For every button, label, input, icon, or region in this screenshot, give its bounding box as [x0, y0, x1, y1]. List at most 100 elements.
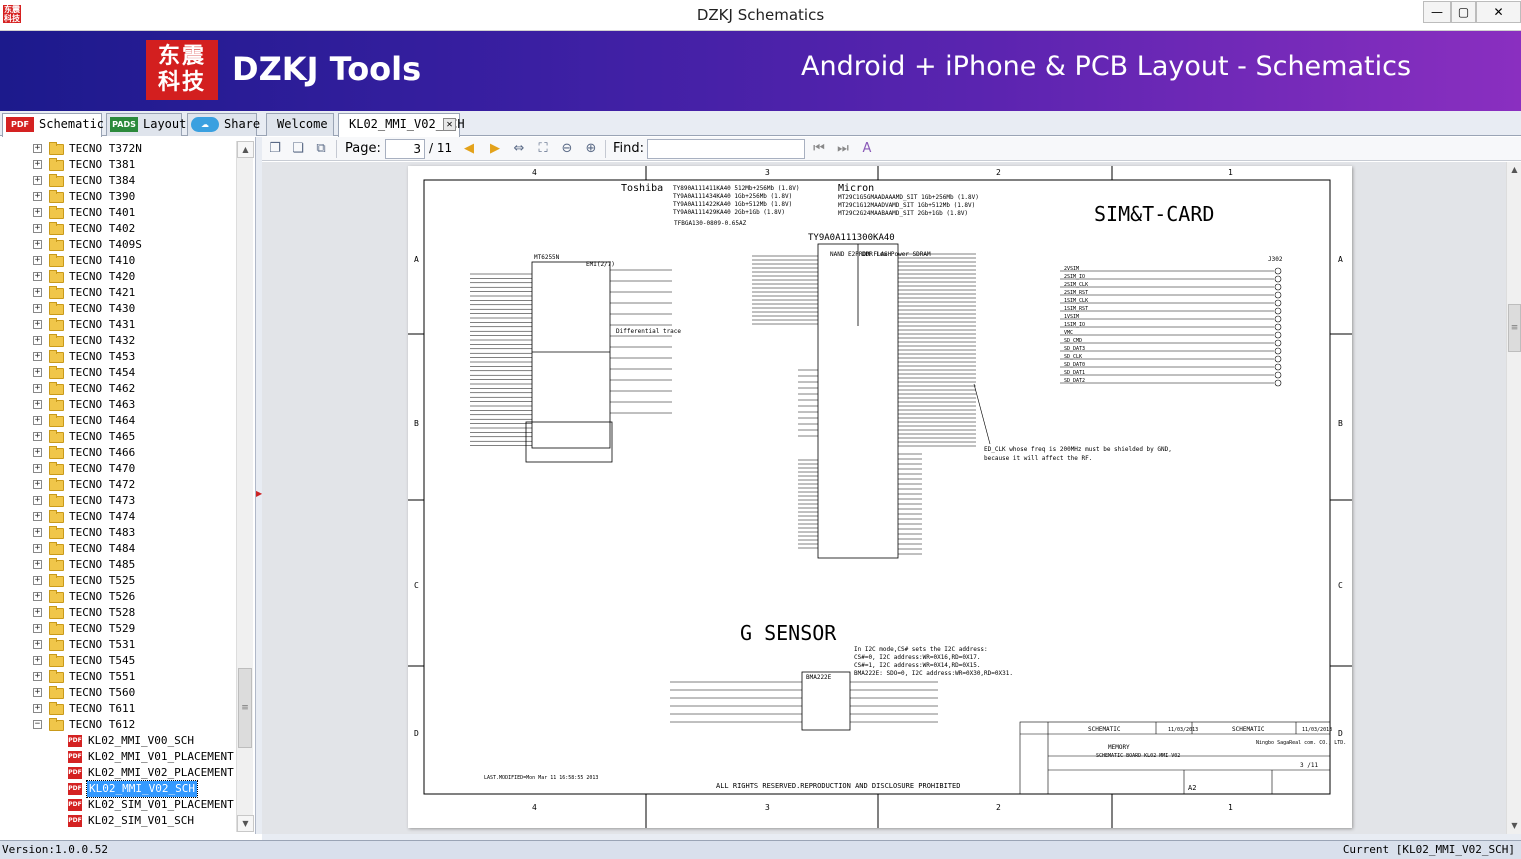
expand-icon[interactable]: + — [33, 208, 42, 217]
tree-folder[interactable]: + TECNO T474 — [0, 509, 236, 525]
close-button[interactable]: ✕ — [1476, 1, 1521, 23]
collapse-icon[interactable]: − — [33, 720, 42, 729]
expand-icon[interactable]: + — [33, 160, 42, 169]
tree-file[interactable]: PDF KL02_SIM_V01_PLACEMENT — [0, 797, 236, 813]
tree-folder[interactable]: + TECNO T390 — [0, 189, 236, 205]
tab-share[interactable]: ☁ Share — [187, 113, 260, 136]
expand-icon[interactable]: + — [33, 384, 42, 393]
expand-icon[interactable]: + — [33, 256, 42, 265]
expand-icon[interactable]: + — [33, 496, 42, 505]
tree-folder[interactable]: + TECNO T401 — [0, 205, 236, 221]
tree-folder[interactable]: + TECNO T402 — [0, 221, 236, 237]
expand-icon[interactable]: + — [33, 352, 42, 361]
scroll-down-icon[interactable]: ▼ — [237, 815, 254, 832]
tree-file[interactable]: PDF KL02_SIM_V01_SCH — [0, 813, 236, 829]
expand-icon[interactable]: + — [33, 672, 42, 681]
expand-icon[interactable]: + — [33, 176, 42, 185]
find-input[interactable] — [647, 139, 805, 159]
page-number-input[interactable] — [385, 139, 425, 159]
tree-folder[interactable]: + TECNO T466 — [0, 445, 236, 461]
next-page-icon[interactable]: ▶ — [486, 140, 504, 158]
tree-folder[interactable]: + TECNO T529 — [0, 621, 236, 637]
tree-folder[interactable]: + TECNO T463 — [0, 397, 236, 413]
tree-folder[interactable]: + TECNO T431 — [0, 317, 236, 333]
expand-icon[interactable]: + — [33, 416, 42, 425]
expand-icon[interactable]: + — [33, 448, 42, 457]
expand-icon[interactable]: + — [33, 704, 42, 713]
tree-folder[interactable]: + TECNO T473 — [0, 493, 236, 509]
tab-document[interactable]: KL02_MMI_V02_SCH ✕ — [338, 113, 465, 137]
expand-icon[interactable]: + — [33, 144, 42, 153]
tree-folder[interactable]: + TECNO T525 — [0, 573, 236, 589]
tree-folder[interactable]: + TECNO T454 — [0, 365, 236, 381]
tree-folder[interactable]: + TECNO T484 — [0, 541, 236, 557]
tree-folder[interactable]: + TECNO T531 — [0, 637, 236, 653]
fit-page-icon[interactable]: ⛶ — [534, 140, 552, 158]
expand-icon[interactable]: + — [33, 224, 42, 233]
close-tab-icon[interactable]: ✕ — [443, 118, 456, 131]
expand-icon[interactable]: + — [33, 512, 42, 521]
tree-folder[interactable]: + TECNO T430 — [0, 301, 236, 317]
tree-folder[interactable]: + TECNO T611 — [0, 701, 236, 717]
tree-file[interactable]: PDF KL02_MMI_V02_SCH — [0, 780, 236, 798]
expand-icon[interactable]: + — [33, 368, 42, 377]
tree-folder[interactable]: + TECNO T545 — [0, 653, 236, 669]
document-scrollbar[interactable]: ▲ ≡ ▼ — [1506, 162, 1521, 834]
expand-icon[interactable]: + — [33, 592, 42, 601]
tab-layout[interactable]: PADS Layout — [106, 113, 186, 136]
expand-icon[interactable]: + — [33, 528, 42, 537]
tree-scrollbar[interactable]: ▲ ≡ ▼ — [236, 141, 254, 832]
tree-folder-open[interactable]: − TECNO T612 — [0, 717, 236, 733]
tree-folder[interactable]: + TECNO T372N — [0, 141, 236, 157]
tree-folder[interactable]: + TECNO T485 — [0, 557, 236, 573]
previous-page-icon[interactable]: ◀ — [460, 140, 478, 158]
maximize-button[interactable]: ▢ — [1451, 1, 1476, 23]
scroll-thumb[interactable]: ≡ — [1508, 304, 1521, 352]
expand-icon[interactable]: + — [33, 656, 42, 665]
tree-folder[interactable]: + TECNO T421 — [0, 285, 236, 301]
pages-icon[interactable]: ⧉ — [312, 140, 330, 158]
expand-icon[interactable]: + — [33, 640, 42, 649]
scroll-down-icon[interactable]: ▼ — [1507, 818, 1521, 834]
tree-folder[interactable]: + TECNO T432 — [0, 333, 236, 349]
tree-folder[interactable]: + TECNO T464 — [0, 413, 236, 429]
expand-icon[interactable]: + — [33, 480, 42, 489]
expand-icon[interactable]: + — [33, 272, 42, 281]
tab-schematic[interactable]: PDF Schematic — [2, 113, 104, 137]
tree-folder[interactable]: + TECNO T483 — [0, 525, 236, 541]
expand-icon[interactable]: + — [33, 240, 42, 249]
tree-folder[interactable]: + TECNO T409S — [0, 237, 236, 253]
expand-icon[interactable]: + — [33, 320, 42, 329]
scroll-up-icon[interactable]: ▲ — [237, 141, 254, 158]
tree-folder[interactable]: + TECNO T560 — [0, 685, 236, 701]
tree-folder[interactable]: + TECNO T410 — [0, 253, 236, 269]
tree-file[interactable]: PDF KL02_MMI_V02_PLACEMENT — [0, 765, 236, 781]
tree-folder[interactable]: + TECNO T551 — [0, 669, 236, 685]
tree-folder[interactable]: + TECNO T384 — [0, 173, 236, 189]
expand-icon[interactable]: + — [33, 688, 42, 697]
highlight-icon[interactable]: A — [858, 140, 876, 158]
expand-icon[interactable]: + — [33, 192, 42, 201]
paste-icon[interactable]: ❏ — [289, 140, 307, 158]
tree-folder[interactable]: + TECNO T465 — [0, 429, 236, 445]
fit-width-icon[interactable]: ⇔ — [510, 140, 528, 158]
tree-file[interactable]: PDF KL02_MMI_V00_SCH — [0, 733, 236, 749]
expand-icon[interactable]: + — [33, 304, 42, 313]
minimize-button[interactable]: — — [1423, 1, 1451, 23]
zoom-in-icon[interactable]: ⊕ — [582, 140, 600, 158]
tree-folder[interactable]: + TECNO T526 — [0, 589, 236, 605]
scroll-thumb[interactable]: ≡ — [238, 668, 252, 748]
expand-icon[interactable]: + — [33, 464, 42, 473]
tree-folder[interactable]: + TECNO T470 — [0, 461, 236, 477]
expand-icon[interactable]: + — [33, 336, 42, 345]
find-previous-icon[interactable]: ⏮ — [810, 140, 828, 158]
tree-folder[interactable]: + TECNO T462 — [0, 381, 236, 397]
copy-icon[interactable]: ❐ — [266, 140, 284, 158]
expand-icon[interactable]: + — [33, 560, 42, 569]
expand-icon[interactable]: + — [33, 544, 42, 553]
expand-icon[interactable]: + — [33, 624, 42, 633]
tree-folder[interactable]: + TECNO T420 — [0, 269, 236, 285]
tree-folder[interactable]: + TECNO T528 — [0, 605, 236, 621]
expand-icon[interactable]: + — [33, 576, 42, 585]
scroll-up-icon[interactable]: ▲ — [1507, 162, 1521, 178]
